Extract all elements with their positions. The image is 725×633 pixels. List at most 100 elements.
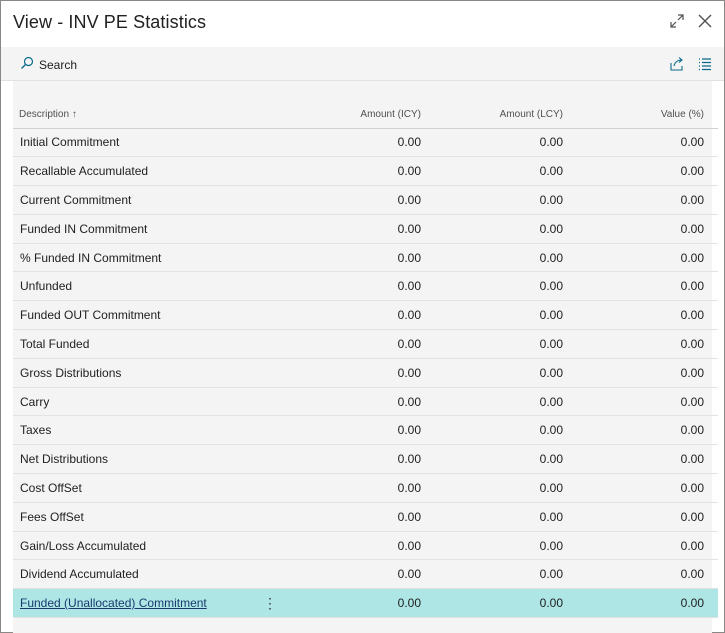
row-amount-lcy-cell: 0.00 [421,214,563,244]
table-row[interactable]: Unfunded 0.00 0.00 0.00 [13,271,718,302]
row-spacer [704,531,718,561]
row-description-cell[interactable]: Current Commitment [13,185,279,215]
row-description-cell[interactable]: % Funded IN Commitment [13,243,279,273]
row-amount-icy-cell: 0.00 [279,358,421,388]
row-amount-icy-cell: 0.00 [279,271,421,302]
table-row[interactable]: Gross Distributions 0.00 0.00 0.00 [13,358,718,388]
row-amount-icy-cell: 0.00 [279,387,421,417]
row-description-cell[interactable]: Carry [13,387,279,417]
row-amount-lcy-cell: 0.00 [421,502,563,532]
table-row[interactable]: Taxes 0.00 0.00 0.00 [13,415,718,446]
title-bar: View - INV PE Statistics [1,1,724,47]
column-header-description[interactable]: Description ↑ [13,102,279,129]
row-spacer [704,271,718,302]
table-row[interactable]: Funded IN Commitment 0.00 0.00 0.00 [13,214,718,244]
row-description-cell[interactable]: Funded (Unallocated) Commitment ⋮ [13,588,279,619]
row-spacer [704,214,718,244]
row-description-cell[interactable]: Fees OffSet [13,502,279,532]
statistics-grid: Description ↑ Amount (ICY) Amount (LCY) … [13,81,718,633]
row-spacer [704,329,718,359]
row-amount-icy-cell: 0.00 [279,329,421,359]
row-description: Unfunded [20,279,73,294]
toolbar: Search [1,47,724,81]
row-description: Recallable Accumulated [20,164,149,179]
row-amount-icy-cell: 0.00 [279,128,421,158]
table-row[interactable]: Dividend Accumulated 0.00 0.00 0.00 [13,559,718,590]
row-spacer [704,415,718,446]
row-amount-lcy-cell: 0.00 [421,588,563,619]
table-row[interactable]: Fees OffSet 0.00 0.00 0.00 [13,502,718,532]
row-description: Carry [20,394,50,409]
row-description-cell[interactable]: Unfunded [13,271,279,302]
row-spacer [704,156,718,187]
table-row[interactable]: Net Distributions 0.00 0.00 0.00 [13,444,718,475]
table-row[interactable]: Initial Commitment 0.00 0.00 0.00 [13,128,718,158]
row-amount-icy-cell: 0.00 [279,502,421,532]
row-description-cell[interactable]: Total Funded [13,329,279,359]
row-description-cell[interactable]: Cost OffSet [13,473,279,503]
column-header-amount-lcy[interactable]: Amount (LCY) [421,102,563,129]
row-description: Initial Commitment [20,135,120,150]
dialog-window: View - INV PE Statistics Search Descript… [0,0,725,633]
share-icon[interactable] [669,56,685,72]
row-amount-icy-cell: 0.00 [279,243,421,273]
expand-icon[interactable] [669,13,687,31]
statistics-table: Description ↑ Amount (ICY) Amount (LCY) … [13,102,718,619]
row-description-cell[interactable]: Funded IN Commitment [13,214,279,244]
table-header-row: Description ↑ Amount (ICY) Amount (LCY) … [13,102,718,129]
row-description-cell[interactable]: Initial Commitment [13,128,279,158]
row-description: Net Distributions [20,452,109,467]
table-row[interactable]: Current Commitment 0.00 0.00 0.00 [13,185,718,215]
column-header-value-pct[interactable]: Value (%) [563,102,704,129]
row-description-cell[interactable]: Funded OUT Commitment [13,300,279,331]
row-amount-lcy-cell: 0.00 [421,531,563,561]
row-description: Funded OUT Commitment [20,308,161,323]
page-title: View - INV PE Statistics [13,12,207,32]
list-view-icon[interactable] [697,56,713,72]
column-header-amount-icy[interactable]: Amount (ICY) [279,102,421,129]
row-description-cell[interactable]: Recallable Accumulated [13,156,279,187]
table-row[interactable]: Gain/Loss Accumulated 0.00 0.00 0.00 [13,531,718,561]
row-amount-lcy-cell: 0.00 [421,559,563,590]
table-row[interactable]: Total Funded 0.00 0.00 0.00 [13,329,718,359]
row-description: Gross Distributions [20,365,122,380]
row-description: Fees OffSet [20,509,84,524]
row-spacer [704,473,718,503]
row-value-pct-cell: 0.00 [563,271,704,302]
row-description-cell[interactable]: Net Distributions [13,444,279,475]
row-value-pct-cell: 0.00 [563,502,704,532]
row-amount-icy-cell: 0.00 [279,156,421,187]
close-icon[interactable] [697,13,715,31]
table-row[interactable]: Carry 0.00 0.00 0.00 [13,387,718,417]
table-row[interactable]: % Funded IN Commitment 0.00 0.00 0.00 [13,243,718,273]
row-amount-icy-cell: 0.00 [279,531,421,561]
row-spacer [704,559,718,590]
row-value-pct-cell: 0.00 [563,128,704,158]
row-description-cell[interactable]: Gross Distributions [13,358,279,388]
row-value-pct-cell: 0.00 [563,559,704,590]
table-row[interactable]: Recallable Accumulated 0.00 0.00 0.00 [13,156,718,187]
table-row[interactable]: Funded (Unallocated) Commitment ⋮ 0.00 0.00… [13,588,718,619]
row-description: Cost OffSet [20,480,82,495]
row-value-pct-cell: 0.00 [563,531,704,561]
row-spacer [704,128,718,158]
row-amount-icy-cell: 0.00 [279,588,421,619]
row-value-pct-cell: 0.00 [563,387,704,417]
row-value-pct-cell: 0.00 [563,473,704,503]
row-amount-lcy-cell: 0.00 [421,271,563,302]
row-description-cell[interactable]: Dividend Accumulated [13,559,279,590]
row-description[interactable]: Funded (Unallocated) Commitment [20,596,207,610]
row-description-cell[interactable]: Taxes [13,415,279,446]
row-value-pct-cell: 0.00 [563,243,704,273]
search-button[interactable]: Search [20,56,77,74]
row-menu-icon[interactable]: ⋮ [263,595,277,612]
row-amount-lcy-cell: 0.00 [421,300,563,331]
table-row[interactable]: Cost OffSet 0.00 0.00 0.00 [13,473,718,503]
row-description-cell[interactable]: Gain/Loss Accumulated [13,531,279,561]
row-value-pct-cell: 0.00 [563,444,704,475]
table-row[interactable]: Funded OUT Commitment 0.00 0.00 0.00 [13,300,718,331]
column-header-spacer [704,102,718,129]
row-value-pct-cell: 0.00 [563,329,704,359]
row-value-pct-cell: 0.00 [563,185,704,215]
row-spacer [704,185,718,215]
